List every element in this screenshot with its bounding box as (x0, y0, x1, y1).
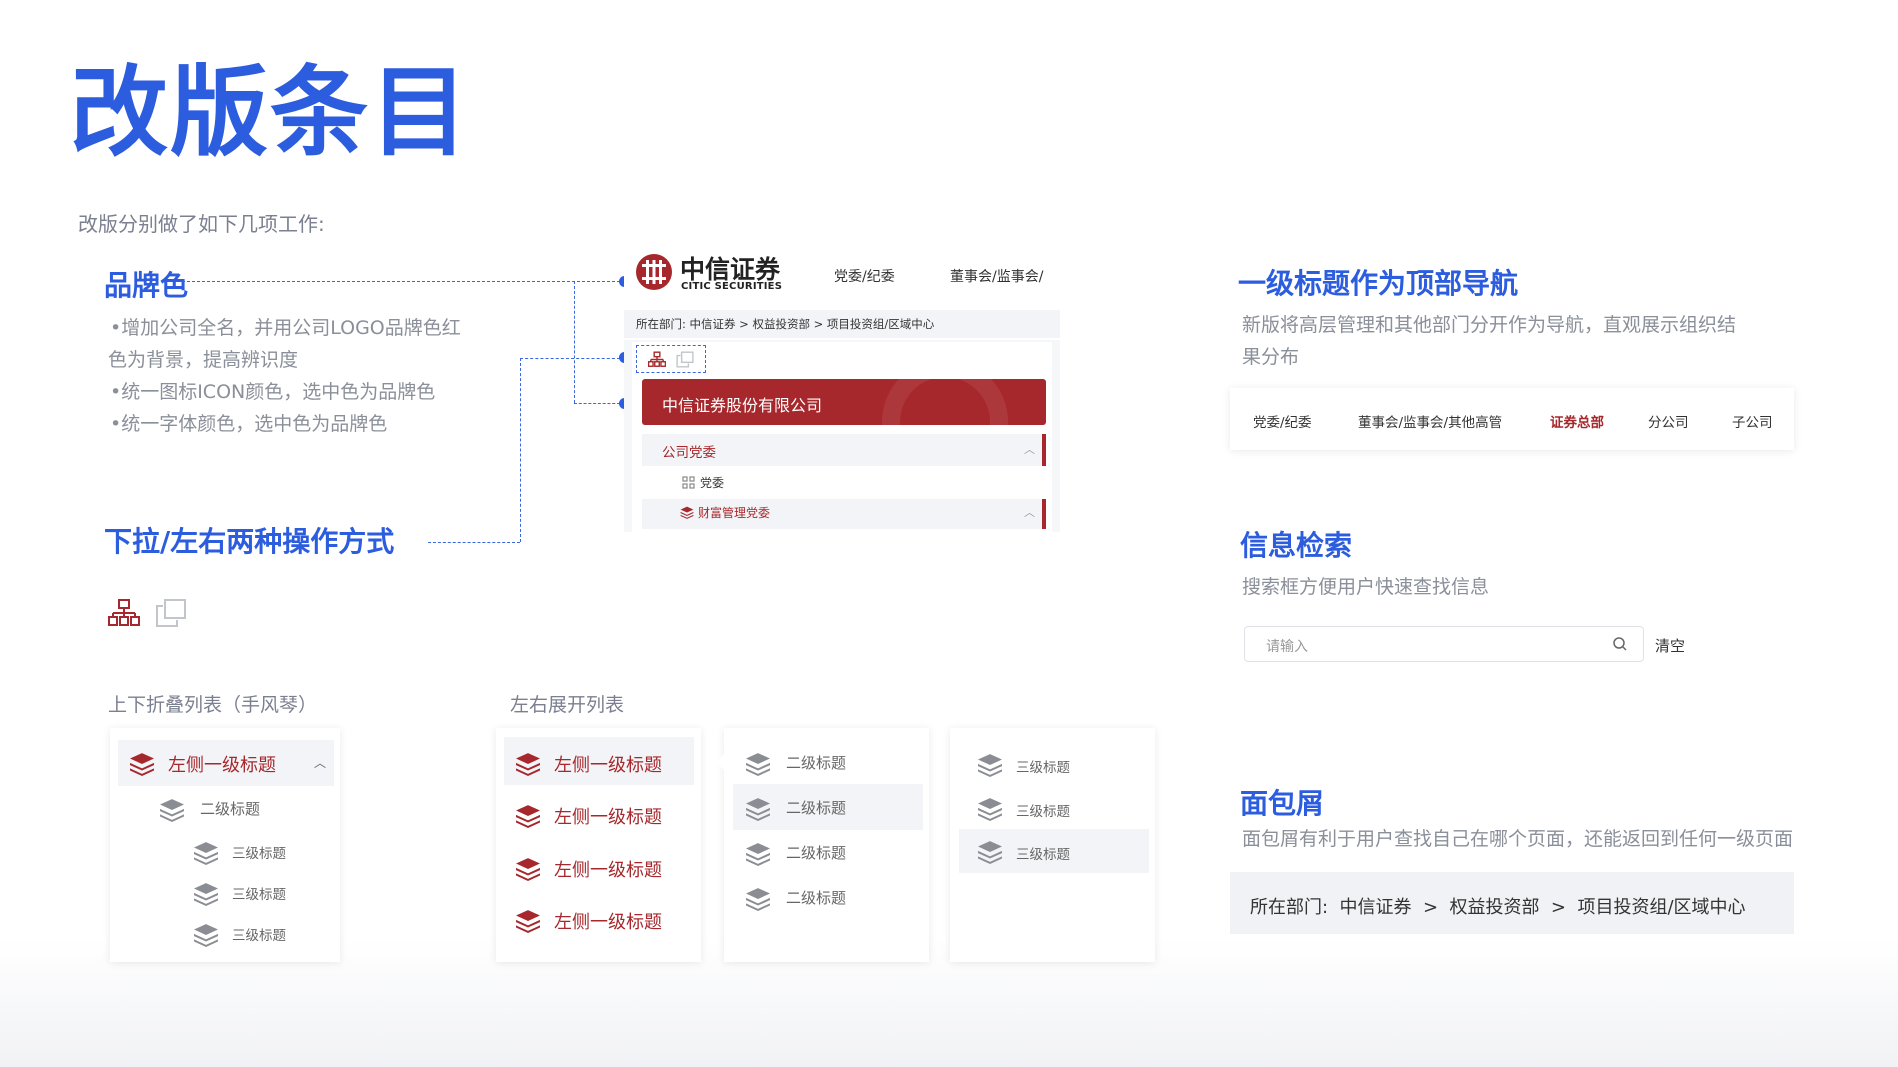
lr-level1-label[interactable]: 左侧一级标题 (554, 803, 662, 829)
layers-icon (192, 923, 220, 947)
lr-level2-label[interactable]: 二级标题 (786, 887, 846, 908)
banner-decor (882, 379, 1008, 425)
mode-toggle[interactable] (636, 345, 706, 373)
accordion-level2-label[interactable]: 二级标题 (200, 798, 260, 819)
layers-icon (744, 887, 772, 911)
layers-icon (128, 752, 156, 776)
connector-line (520, 358, 620, 359)
brand-bullet: 色为背景，提高辨识度 (108, 349, 299, 371)
accordion-level3-label[interactable]: 三级标题 (232, 842, 286, 862)
lr-level1-label[interactable]: 左侧一级标题 (554, 908, 662, 934)
connector-line (428, 542, 520, 543)
active-indicator (1042, 499, 1046, 529)
breadcrumb[interactable]: 所在部门: 中信证券 > 权益投资部 > 项目投资组/区域中心 (1250, 893, 1746, 919)
lr-level2-label[interactable]: 二级标题 (786, 842, 846, 863)
layers-icon (514, 909, 542, 933)
sidebar-group-label: 财富管理党委 (698, 506, 771, 520)
connector-line (520, 358, 521, 542)
sidebar-group-label: 公司党委 (662, 445, 716, 461)
logo-en: CITIC SECURITIES (681, 281, 783, 292)
layers-icon (192, 882, 220, 906)
search-desc: 搜索框方便用户快速查找信息 (1242, 576, 1490, 598)
org-tree-icon[interactable] (108, 598, 140, 628)
preview-panel: 中信证券 CITIC SECURITIES 党委/纪委 董事会/监事会/ 所在部… (624, 248, 1060, 532)
grid-icon (682, 476, 695, 489)
brand-bullet: •统一图标ICON颜色，选中色为品牌色 (110, 381, 436, 403)
topnav-item[interactable]: 子公司 (1732, 411, 1773, 431)
lr-caption: 左右展开列表 (510, 694, 625, 716)
layers-icon (976, 753, 1004, 777)
layers-icon (744, 842, 772, 866)
layers-icon (680, 506, 694, 519)
lr-level1-label[interactable]: 左侧一级标题 (554, 751, 662, 777)
lr-level3-label[interactable]: 三级标题 (1016, 756, 1070, 776)
topnav-item[interactable]: 分公司 (1648, 411, 1689, 431)
layers-icon (976, 840, 1004, 864)
mode-heading: 下拉/左右两种操作方式 (104, 525, 395, 558)
brand-bullet: •增加公司全名，并用公司LOGO品牌色红 (110, 317, 461, 339)
crumb-heading: 面包屑 (1240, 787, 1325, 820)
pointer-arrow (716, 754, 724, 770)
layers-icon (158, 798, 186, 822)
search-input[interactable]: 请输入 (1266, 636, 1308, 656)
brand-bullet: •统一字体颜色，选中色为品牌色 (110, 413, 388, 435)
lr-level2-label[interactable]: 二级标题 (786, 797, 846, 818)
connector-line (182, 281, 620, 282)
layers-icon (514, 804, 542, 828)
lr-level3-label[interactable]: 三级标题 (1016, 843, 1070, 863)
citic-logo-icon (634, 252, 674, 292)
preview-nav-item[interactable]: 董事会/监事会/ (950, 266, 1043, 286)
brand-heading: 品牌色 (104, 269, 189, 302)
search-icon[interactable] (1612, 636, 1628, 652)
chevron-up-icon[interactable]: ︿ (1024, 441, 1035, 457)
accordion-level1-label[interactable]: 左侧一级标题 (168, 751, 276, 777)
layers-icon (192, 841, 220, 865)
active-indicator (1042, 434, 1046, 466)
topnav-item[interactable]: 党委/纪委 (1253, 411, 1312, 431)
connector-line (574, 281, 575, 403)
page-title: 改版条目 (70, 56, 471, 170)
lr-level2-label[interactable]: 二级标题 (786, 752, 846, 773)
topnav-desc: 果分布 (1242, 346, 1300, 368)
lr-level1-label[interactable]: 左侧一级标题 (554, 856, 662, 882)
sidebar-item-label[interactable]: 党委 (700, 474, 724, 491)
layers-icon (744, 797, 772, 821)
layers-icon (514, 752, 542, 776)
clear-button[interactable]: 清空 (1655, 635, 1685, 656)
topnav-item[interactable]: 董事会/监事会/其他高管 (1358, 411, 1502, 431)
topnav-heading: 一级标题作为顶部导航 (1238, 267, 1519, 300)
chevron-up-icon[interactable]: ︿ (314, 754, 326, 771)
copy-panels-icon[interactable] (155, 598, 187, 628)
search-heading: 信息检索 (1240, 529, 1353, 562)
company-name: 中信证券股份有限公司 (662, 396, 823, 415)
accordion-caption: 上下折叠列表（手风琴） (108, 694, 318, 716)
preview-breadcrumb-text: 所在部门: 中信证券 > 权益投资部 > 项目投资组/区域中心 (636, 317, 935, 331)
layers-icon (514, 857, 542, 881)
page-subtitle: 改版分别做了如下几项工作: (78, 212, 325, 236)
brand-bullets: •增加公司全名，并用公司LOGO品牌色红 色为背景，提高辨识度 •统一图标ICO… (108, 312, 461, 440)
preview-nav-item[interactable]: 党委/纪委 (834, 266, 895, 286)
topnav-bar (1230, 388, 1794, 450)
crumb-desc: 面包屑有利于用户查找自己在哪个页面，还能返回到任何一级页面 (1242, 828, 1794, 850)
topnav-item-active[interactable]: 证券总部 (1550, 411, 1604, 431)
accordion-level3-label[interactable]: 三级标题 (232, 924, 286, 944)
connector-line (574, 403, 620, 404)
layers-icon (976, 797, 1004, 821)
chevron-up-icon[interactable]: ︿ (1024, 504, 1035, 520)
layers-icon (744, 752, 772, 776)
copy-panels-icon[interactable] (676, 351, 694, 368)
lr-level3-label[interactable]: 三级标题 (1016, 800, 1070, 820)
topnav-desc: 新版将高层管理和其他部门分开作为导航，直观展示组织结 (1242, 314, 1737, 336)
org-tree-icon[interactable] (648, 351, 666, 368)
accordion-level3-label[interactable]: 三级标题 (232, 883, 286, 903)
